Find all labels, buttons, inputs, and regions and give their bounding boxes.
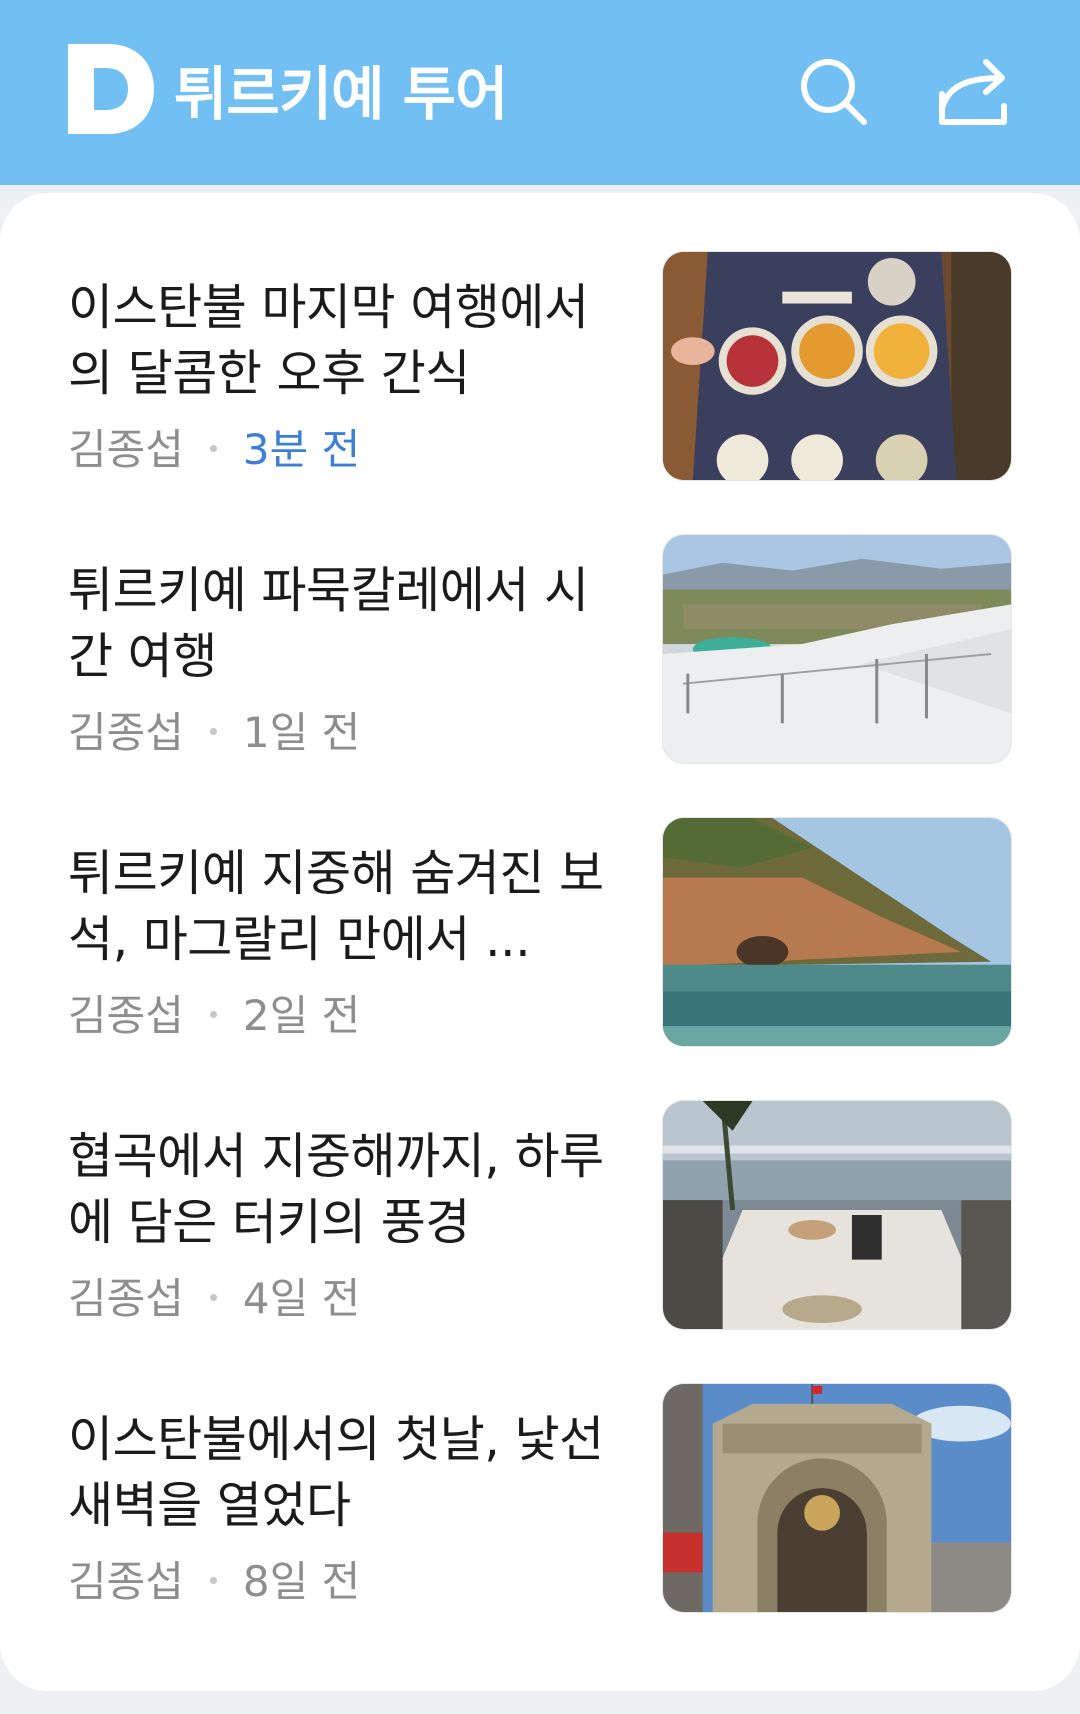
article-list: 이스탄불 마지막 여행에서의 달콤한 오후 간식 김종섭 3분 전 튀르키예 파… <box>0 193 1080 1691</box>
article-meta: 김종섭 8일 전 <box>68 1557 360 1607</box>
article-title[interactable]: 튀르키예 파묵칼레에서 시간 여행 <box>68 558 626 690</box>
bazaar-gate-photo <box>663 1384 1011 1612</box>
article-title[interactable]: 이스탄불 마지막 여행에서의 달콤한 오후 간식 <box>68 275 626 407</box>
article-thumbnail[interactable] <box>662 251 1012 481</box>
article-meta: 김종섭 3분 전 <box>68 425 360 475</box>
bay-photo <box>663 818 1011 1046</box>
separator-dot <box>209 445 217 452</box>
menu-photo <box>663 252 1011 480</box>
separator-dot <box>209 1011 217 1018</box>
article-item[interactable]: 튀르키예 파묵칼레에서 시간 여행 김종섭 1일 전 <box>0 534 1080 842</box>
daum-logo-icon[interactable] <box>68 44 154 134</box>
article-meta: 김종섭 1일 전 <box>68 708 360 758</box>
terrace-photo <box>663 1101 1011 1329</box>
article-author: 김종섭 <box>68 425 184 474</box>
article-title[interactable]: 이스탄불에서의 첫날, 낯선 새벽을 열었다 <box>68 1407 626 1539</box>
separator-dot <box>209 1577 217 1584</box>
article-thumbnail[interactable] <box>662 534 1012 764</box>
page-title: 튀르키예 투어 <box>174 60 508 128</box>
article-time: 3분 전 <box>242 425 361 474</box>
article-author: 김종섭 <box>68 1274 184 1323</box>
article-author: 김종섭 <box>68 1557 184 1606</box>
article-item[interactable]: 이스탄불 마지막 여행에서의 달콤한 오후 간식 김종섭 3분 전 <box>0 251 1080 559</box>
article-title[interactable]: 협곡에서 지중해까지, 하루에 담은 터키의 풍경 <box>68 1124 626 1256</box>
article-thumbnail[interactable] <box>662 817 1012 1047</box>
pamukkale-photo <box>663 535 1011 763</box>
search-icon <box>801 59 867 125</box>
share-icon <box>939 59 1007 125</box>
article-time: 8일 전 <box>242 1557 361 1606</box>
article-time: 1일 전 <box>242 708 361 757</box>
separator-dot <box>209 1294 217 1301</box>
share-button[interactable] <box>930 50 1014 134</box>
separator-dot <box>209 728 217 735</box>
search-button[interactable] <box>792 50 876 134</box>
article-meta: 김종섭 4일 전 <box>68 1274 360 1324</box>
article-time: 4일 전 <box>242 1274 361 1323</box>
article-author: 김종섭 <box>68 991 184 1040</box>
article-time: 2일 전 <box>242 991 361 1040</box>
article-item[interactable]: 이스탄불에서의 첫날, 낯선 새벽을 열었다 김종섭 8일 전 <box>0 1383 1080 1691</box>
article-item[interactable]: 협곡에서 지중해까지, 하루에 담은 터키의 풍경 김종섭 4일 전 <box>0 1100 1080 1408</box>
article-thumbnail[interactable] <box>662 1383 1012 1613</box>
article-meta: 김종섭 2일 전 <box>68 991 360 1041</box>
article-thumbnail[interactable] <box>662 1100 1012 1330</box>
article-item[interactable]: 튀르키예 지중해 숨겨진 보석, 마그랄리 만에서 ... 김종섭 2일 전 <box>0 817 1080 1125</box>
article-author: 김종섭 <box>68 708 184 757</box>
app-header: 튀르키예 투어 <box>0 0 1080 185</box>
article-title[interactable]: 튀르키예 지중해 숨겨진 보석, 마그랄리 만에서 ... <box>68 841 626 973</box>
